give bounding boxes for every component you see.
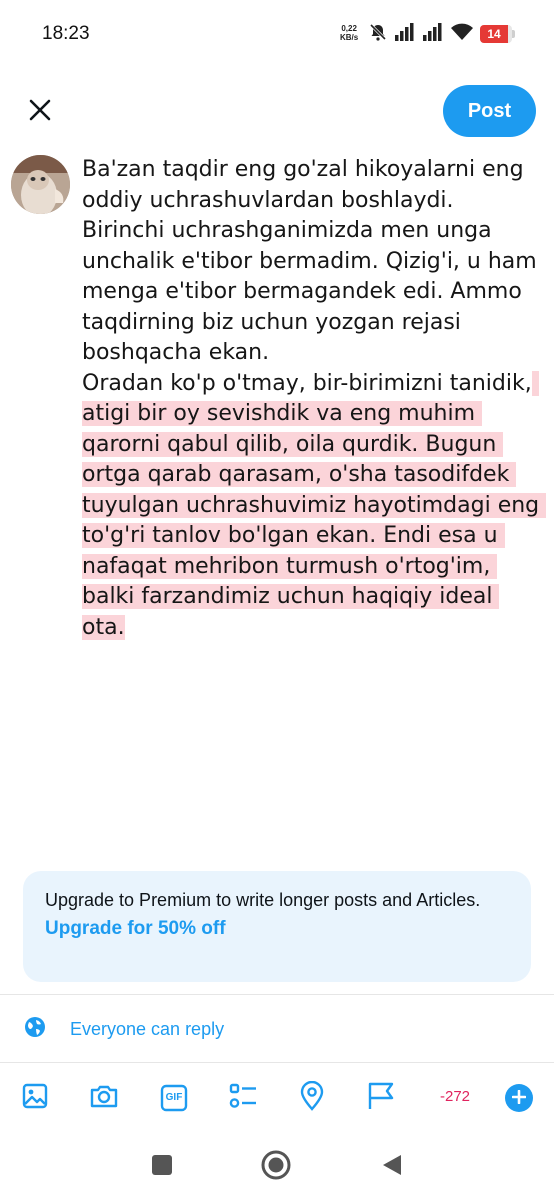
wifi-icon — [450, 22, 474, 46]
add-image-button[interactable] — [19, 1082, 51, 1114]
post-text-within-limit: Ba'zan taqdir eng go'zal hikoyalarni eng… — [82, 157, 537, 396]
poll-icon — [228, 1082, 258, 1114]
status-bar: 18:23 0,22 KB/s 14 — [0, 0, 554, 70]
post-text-over-limit: atigi bir oy sevishdik va eng muhim qaro… — [82, 370, 547, 640]
recents-button[interactable] — [147, 1152, 177, 1182]
close-icon — [28, 98, 52, 126]
post-text-field[interactable]: Ba'zan taqdir eng go'zal hikoyalarni eng… — [82, 155, 547, 643]
mute-bell-icon — [368, 22, 388, 46]
camera-button[interactable] — [88, 1082, 120, 1114]
post-button[interactable]: Post — [443, 85, 536, 137]
poll-button[interactable] — [227, 1082, 259, 1114]
network-speed: 0,22 KB/s — [340, 24, 358, 42]
divider — [0, 1062, 554, 1063]
system-navigation-bar — [0, 1140, 554, 1200]
divider — [0, 994, 554, 995]
flag-icon — [366, 1081, 396, 1115]
image-icon — [21, 1082, 49, 1114]
location-icon — [299, 1080, 325, 1115]
character-count: -272 — [440, 1088, 471, 1105]
gif-button[interactable]: GIF — [158, 1082, 190, 1114]
premium-upgrade-card: Upgrade to Premium to write longer posts… — [23, 871, 531, 982]
back-triangle-icon — [380, 1153, 404, 1181]
battery-tip — [512, 30, 515, 38]
reply-settings-button[interactable]: Everyone can reply — [24, 1012, 224, 1046]
globe-icon — [24, 1016, 46, 1042]
home-button[interactable] — [261, 1150, 291, 1184]
back-button[interactable] — [377, 1152, 407, 1182]
flag-button[interactable] — [365, 1082, 397, 1114]
status-icons — [368, 22, 474, 46]
battery-level: 14 — [487, 27, 501, 41]
composer-toolbar: GIF -272 — [0, 1074, 554, 1122]
add-post-button[interactable] — [505, 1084, 533, 1112]
signal-icon — [422, 22, 444, 46]
close-button[interactable] — [20, 92, 60, 132]
net-speed-value: 0,22 — [341, 24, 357, 33]
signal-icon — [394, 22, 416, 46]
camera-icon — [89, 1082, 119, 1114]
gif-icon: GIF — [160, 1084, 188, 1112]
battery-icon: 14 — [480, 25, 512, 43]
home-circle-icon — [261, 1150, 291, 1184]
location-button[interactable] — [296, 1080, 328, 1115]
recents-square-icon — [151, 1154, 173, 1180]
net-speed-unit: KB/s — [340, 33, 359, 42]
status-time: 18:23 — [42, 23, 90, 44]
gif-icon-label: GIF — [165, 1092, 183, 1103]
reply-settings-label: Everyone can reply — [70, 1018, 225, 1039]
avatar[interactable] — [11, 155, 70, 214]
premium-card-text: Upgrade to Premium to write longer posts… — [45, 890, 481, 910]
upgrade-link[interactable]: Upgrade for 50% off — [45, 918, 226, 940]
plus-icon — [511, 1089, 527, 1108]
